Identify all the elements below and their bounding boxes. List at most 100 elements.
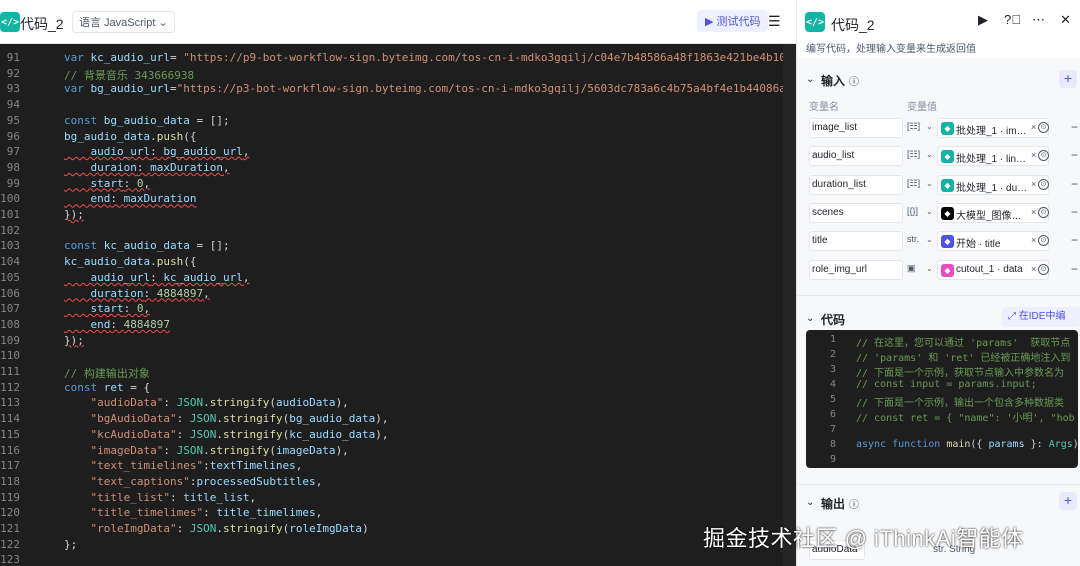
clear-icon[interactable]: × xyxy=(1031,122,1036,132)
line-number: 107 xyxy=(0,302,20,316)
code-line: }); xyxy=(64,333,84,347)
input-value-reference[interactable]: ◆ cutout_1 · data × xyxy=(937,259,1049,280)
code-line: // const input = params.input; xyxy=(856,379,1037,390)
type-icon[interactable]: ▣ xyxy=(907,263,916,274)
collapse-output-icon[interactable]: ⌄ xyxy=(806,497,814,508)
input-name-field[interactable]: scenes xyxy=(809,202,903,223)
add-output-button[interactable]: + xyxy=(1059,492,1077,510)
input-name-field[interactable]: audio_list xyxy=(809,146,903,167)
vertical-scrollbar[interactable] xyxy=(783,44,796,566)
source-node-icon: ◆ xyxy=(941,263,954,277)
code-preview[interactable]: 1 // 在这里，您可以通过 'params' 获取节点 2 // 'params' … xyxy=(806,330,1078,468)
test-code-button[interactable]: ▶ 测试代码 xyxy=(697,10,769,32)
play-icon[interactable]: ▶ xyxy=(978,12,988,28)
code-line: start: 0, xyxy=(64,176,151,190)
type-icon[interactable]: [☷] xyxy=(907,149,920,160)
line-number: 99 xyxy=(6,176,20,190)
panel-title: 代码_2 xyxy=(831,17,875,33)
input-name-field[interactable]: image_list xyxy=(809,118,903,138)
code-line: // 下面是一个示例，输出一个包含多种数据类 xyxy=(856,398,1065,409)
settings-circle-icon[interactable]: ⊙ xyxy=(1038,263,1049,275)
line-number: 1 xyxy=(829,334,836,345)
remove-row-icon[interactable]: − xyxy=(1071,205,1078,219)
code-section-title: 代码 xyxy=(821,313,846,327)
line-gutter: 91 92 93 94 95 96 97 98 99 100 101 102 103 104 105 106 1… xyxy=(0,44,40,566)
input-value-reference[interactable]: ◆ 大模型_图像… × xyxy=(937,202,1049,223)
reference-text: 批处理_1 · du… xyxy=(956,182,1026,194)
panel-description: 编写代码，处理输入变量来生成返回值 xyxy=(806,44,976,55)
menu-list-icon[interactable]: ☰ xyxy=(768,13,781,30)
edit-in-ide-button[interactable]: ⤢ 在IDE中编辑 xyxy=(1002,307,1080,342)
code-line: async function main({ params }: Args) xyxy=(856,439,1078,450)
type-icon[interactable]: str. xyxy=(907,234,919,244)
close-icon[interactable]: ✕ xyxy=(1060,12,1071,28)
add-input-button[interactable]: + xyxy=(1059,70,1077,88)
chevron-down-icon[interactable]: ⌄ xyxy=(926,264,933,273)
chevron-down-icon[interactable]: ⌄ xyxy=(926,150,933,159)
settings-circle-icon[interactable]: ⊙ xyxy=(1038,206,1049,218)
clear-icon[interactable]: × xyxy=(1031,264,1036,274)
chevron-down-icon[interactable]: ⌄ xyxy=(926,179,933,188)
reference-text: 大模型_图像… xyxy=(956,210,1022,222)
remove-row-icon[interactable]: − xyxy=(1071,120,1078,134)
watermark: 掘金技术社区 @ iThinkAi智能体 xyxy=(703,526,1024,551)
input-name-field[interactable]: role_img_url xyxy=(809,259,903,280)
clear-icon[interactable]: × xyxy=(1031,150,1036,160)
help-icon[interactable]: ?⃝ xyxy=(1004,12,1021,27)
input-value-reference[interactable]: ◆ 批处理_1 · im… × xyxy=(937,118,1049,138)
chevron-down-icon[interactable]: ⌄ xyxy=(926,122,933,131)
chevron-down-icon[interactable]: ⌄ xyxy=(926,207,933,216)
code-line: "title_timelimes": title_timelimes, xyxy=(64,506,323,520)
code-line: var bg_audio_url="https://p3-bot-workflo… xyxy=(64,82,796,96)
column-header-name: 变量名 xyxy=(809,102,839,113)
chevron-down-icon: ⌄ xyxy=(158,16,168,29)
language-select[interactable]: 语言 JavaScript ⌄ xyxy=(72,11,175,33)
reference-text: cutout_1 · data xyxy=(956,263,1023,275)
chevron-down-icon[interactable]: ⌄ xyxy=(926,235,933,244)
type-icon[interactable]: [☷] xyxy=(907,178,920,189)
settings-circle-icon[interactable]: ⊙ xyxy=(1038,178,1049,190)
line-number: 94 xyxy=(6,98,20,112)
input-row: image_list [☷] ⌄ ◆ 批处理_1 · im… × ⊙ − xyxy=(809,118,1080,140)
clear-icon[interactable]: × xyxy=(1031,235,1036,245)
remove-row-icon[interactable]: − xyxy=(1071,148,1078,162)
clear-icon[interactable]: × xyxy=(1031,207,1036,217)
input-section-title: 输入 xyxy=(821,74,846,88)
line-number: 110 xyxy=(0,349,20,363)
collapse-code-icon[interactable]: ⌄ xyxy=(806,313,814,324)
line-number: 91 xyxy=(6,51,20,64)
code-line: audio_url: bg_audio_url, xyxy=(64,145,250,159)
input-row: audio_list [☷] ⌄ ◆ 批处理_1 · lin… × ⊙ − xyxy=(809,146,1080,168)
collapse-input-icon[interactable]: ⌄ xyxy=(806,74,814,85)
input-row: title str. ⌄ ◆ 开始 · title × ⊙ − xyxy=(809,231,1080,253)
code-line: "audioData": JSON.stringify(audioData), xyxy=(64,396,349,410)
line-number: 4 xyxy=(829,379,836,390)
line-number: 119 xyxy=(0,490,20,504)
test-code-label: 测试代码 xyxy=(716,16,761,28)
code-line: const ret = { xyxy=(64,380,151,394)
remove-row-icon[interactable]: − xyxy=(1071,262,1078,276)
input-value-reference[interactable]: ◆ 批处理_1 · du… × xyxy=(937,174,1049,195)
reference-text: 批处理_1 · lin… xyxy=(956,154,1026,166)
input-name-field[interactable]: title xyxy=(809,231,903,252)
line-number: 111 xyxy=(0,365,20,378)
line-number: 114 xyxy=(0,412,20,426)
output-section-title: 输出 xyxy=(821,497,846,511)
line-number: 6 xyxy=(829,409,836,420)
remove-row-icon[interactable]: − xyxy=(1071,233,1078,247)
code-line: // 'params' 和 'ret' 已经被正确地注入到 xyxy=(856,353,1071,364)
type-icon[interactable]: [☷] xyxy=(907,121,920,132)
line-number: 102 xyxy=(0,223,20,237)
settings-circle-icon[interactable]: ⊙ xyxy=(1038,122,1049,133)
code-line: end: maxDuration xyxy=(64,192,197,206)
type-icon[interactable]: [{}] xyxy=(907,206,918,216)
input-value-reference[interactable]: ◆ 批处理_1 · lin… × xyxy=(937,146,1049,167)
input-value-reference[interactable]: ◆ 开始 · title × xyxy=(937,231,1049,252)
code-node-icon: </> xyxy=(805,12,825,32)
clear-icon[interactable]: × xyxy=(1031,179,1036,189)
source-node-icon: ◆ xyxy=(941,235,954,249)
more-icon[interactable]: ⋯ xyxy=(1032,12,1045,28)
input-name-field[interactable]: duration_list xyxy=(809,174,903,195)
line-number: 104 xyxy=(0,255,20,269)
remove-row-icon[interactable]: − xyxy=(1071,177,1078,191)
